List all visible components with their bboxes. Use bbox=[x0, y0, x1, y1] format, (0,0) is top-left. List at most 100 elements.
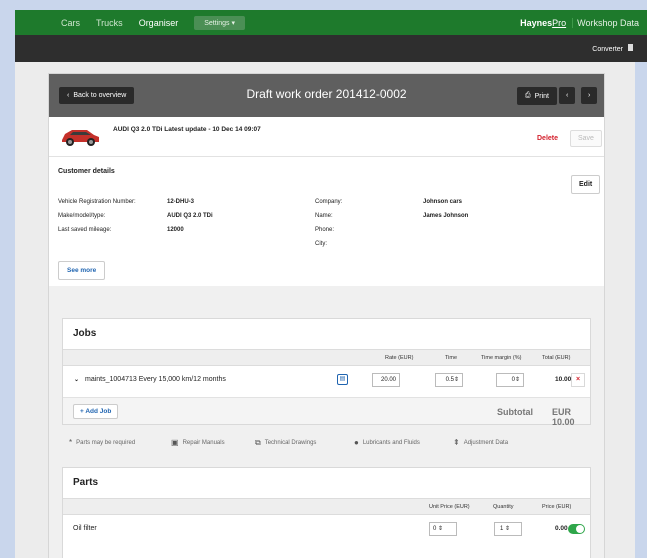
parts-table-header: Unit Price (EUR) Quantity Price (EUR) bbox=[63, 498, 590, 515]
nav-cars[interactable]: Cars bbox=[53, 18, 88, 28]
model-label: Make/model/type: bbox=[58, 213, 106, 219]
book-icon: ▣ bbox=[171, 438, 179, 447]
chevron-right-icon: › bbox=[588, 92, 591, 99]
repair-manuals-label: Repair Manuals bbox=[182, 439, 225, 446]
parts-required-note: * Parts may be required bbox=[69, 438, 135, 447]
customer-details: Customer details Edit Vehicle Registrati… bbox=[49, 158, 604, 286]
page-content: ‹ Back to overview Draft work order 20141… bbox=[15, 62, 635, 558]
drawing-icon: ⧉ bbox=[255, 438, 261, 447]
resource-links: * Parts may be required ▣ Repair Manuals ⧉… bbox=[49, 434, 604, 452]
subtotal-value: EUR 10.00 bbox=[552, 407, 575, 427]
print-label: Print bbox=[534, 92, 550, 100]
adjustment-label: Adjustment Data bbox=[463, 439, 509, 446]
document-icon[interactable]: ▤ bbox=[337, 374, 348, 385]
nav-organiser[interactable]: Organiser bbox=[131, 18, 187, 28]
nav-trucks[interactable]: Trucks bbox=[88, 18, 131, 28]
edit-button[interactable]: Edit bbox=[571, 175, 601, 194]
table-row[interactable]: Oil filter 0 ⇕ 1 ⇕ 0.00 bbox=[63, 516, 590, 542]
lubricants-label: Lubricants and Fluids bbox=[362, 439, 420, 446]
stepper-icon: ⇕ bbox=[505, 526, 511, 532]
technical-drawings-link[interactable]: ⧉ Technical Drawings bbox=[255, 438, 316, 448]
job-total: 10.00 bbox=[555, 376, 572, 383]
close-icon: × bbox=[575, 376, 581, 383]
print-button[interactable]: ⎙ Print bbox=[517, 87, 558, 105]
vrn-label: Vehicle Registration Number: bbox=[58, 199, 136, 205]
company-value: Johnson cars bbox=[423, 199, 463, 205]
jobs-heading: Jobs bbox=[73, 328, 97, 339]
unit-price-input[interactable]: 0 ⇕ bbox=[429, 522, 457, 536]
settings-dropdown[interactable]: Settings ▾ bbox=[194, 15, 245, 30]
job-name: maints_1004713 Every 15,000 km/12 months bbox=[85, 376, 226, 383]
name-label: Name: bbox=[315, 213, 333, 219]
vrn-value: 12-DHU-3 bbox=[167, 199, 195, 205]
repair-manuals-link[interactable]: ▣ Repair Manuals bbox=[171, 438, 225, 447]
stepper-icon: ⇕ bbox=[453, 377, 459, 383]
part-enabled-toggle[interactable] bbox=[568, 524, 585, 534]
quantity-value: 1 bbox=[500, 526, 504, 532]
jobs-table-header: Rate (EUR) Time Time margin (%) Total (E… bbox=[63, 349, 590, 366]
jobs-subtotal-row: + Add Job Subtotal EUR 10.00 bbox=[63, 397, 590, 427]
col-unit-price: Unit Price (EUR) bbox=[429, 504, 470, 510]
remove-job-button[interactable]: × bbox=[571, 373, 585, 387]
rate-input[interactable]: 20.00 bbox=[372, 373, 400, 387]
car-image bbox=[62, 130, 99, 146]
jobs-panel: Jobs Rate (EUR) Time Time margin (%) Tot… bbox=[62, 318, 591, 427]
previous-button[interactable]: ‹ bbox=[559, 87, 576, 104]
quantity-input[interactable]: 1 ⇕ bbox=[494, 522, 522, 536]
chevron-down-icon[interactable]: ⌄ bbox=[74, 376, 79, 383]
delete-link[interactable]: Delete bbox=[537, 135, 558, 142]
oil-drop-icon: ● bbox=[354, 438, 359, 447]
technical-drawings-label: Technical Drawings bbox=[264, 440, 317, 446]
mileage-value: 12000 bbox=[167, 227, 184, 233]
customer-heading: Customer details bbox=[58, 168, 115, 175]
parts-required-text: Parts may be required bbox=[76, 439, 136, 446]
part-price: 0.00 bbox=[555, 525, 568, 532]
converter-label: Converter bbox=[592, 46, 623, 53]
top-navigation: Cars Trucks Organiser Settings ▾ HaynesP… bbox=[15, 10, 647, 35]
see-more-button[interactable]: See more bbox=[58, 261, 106, 280]
left-frame bbox=[0, 0, 15, 558]
parts-panel: Parts Unit Price (EUR) Quantity Price (E… bbox=[62, 467, 591, 558]
col-time-margin: Time margin (%) bbox=[481, 355, 522, 361]
adjustment-data-link[interactable]: ⇞ Adjustment Data bbox=[453, 438, 508, 447]
jobs-parts-area: Jobs Rate (EUR) Time Time margin (%) Tot… bbox=[49, 286, 604, 558]
mileage-label: Last saved mileage: bbox=[58, 227, 112, 233]
asterisk-icon: * bbox=[69, 438, 73, 447]
converter-link[interactable]: Converter bbox=[592, 44, 633, 53]
parts-heading: Parts bbox=[73, 477, 99, 488]
work-order-card: ‹ Back to overview Draft work order 20141… bbox=[48, 73, 605, 558]
save-button[interactable]: Save bbox=[570, 130, 602, 147]
settings-label: Settings bbox=[204, 19, 230, 27]
phone-label: Phone: bbox=[315, 227, 335, 233]
vehicle-info: AUDI Q3 2.0 TDi Latest update - 10 Dec 1… bbox=[113, 126, 261, 133]
table-row[interactable]: ⌄ maints_1004713 Every 15,000 km/12 mont… bbox=[63, 367, 590, 393]
time-input[interactable]: 0.5⇕ bbox=[435, 373, 463, 387]
vehicle-row: AUDI Q3 2.0 TDi Latest update - 10 Dec 1… bbox=[49, 117, 604, 157]
time-margin-input[interactable]: 0⇕ bbox=[496, 373, 524, 387]
signpost-icon: ⇞ bbox=[453, 438, 460, 447]
col-quantity: Quantity bbox=[493, 504, 514, 510]
unit-price-value: 0 bbox=[433, 526, 437, 532]
secondary-bar: Converter bbox=[15, 35, 647, 62]
col-total: Total (EUR) bbox=[542, 355, 571, 361]
lubricants-link[interactable]: ● Lubricants and Fluids bbox=[354, 438, 420, 447]
print-icon: ⎙ bbox=[525, 92, 531, 99]
brand-name: Haynes bbox=[520, 17, 553, 28]
time-value: 0.5 bbox=[445, 377, 454, 383]
stepper-icon: ⇕ bbox=[514, 377, 520, 383]
model-value: AUDI Q3 2.0 TDi bbox=[167, 213, 213, 219]
name-value: James Johnson bbox=[423, 213, 469, 219]
workshop-data-link[interactable]: Workshop Data bbox=[572, 17, 647, 28]
company-label: Company: bbox=[315, 199, 343, 205]
brand-logo: HaynesPro bbox=[520, 18, 572, 28]
add-job-button[interactable]: + Add Job bbox=[73, 404, 119, 419]
work-order-header: ‹ Back to overview Draft work order 20141… bbox=[49, 74, 604, 117]
city-label: City: bbox=[315, 241, 327, 247]
next-button[interactable]: › bbox=[581, 87, 598, 104]
col-time: Time bbox=[445, 355, 458, 361]
stepper-icon: ⇕ bbox=[438, 526, 444, 532]
subtotal-label: Subtotal bbox=[497, 407, 533, 417]
calculator-icon bbox=[628, 44, 633, 51]
caret-down-icon: ▾ bbox=[231, 19, 235, 27]
brand-pro: Pro bbox=[552, 17, 567, 28]
